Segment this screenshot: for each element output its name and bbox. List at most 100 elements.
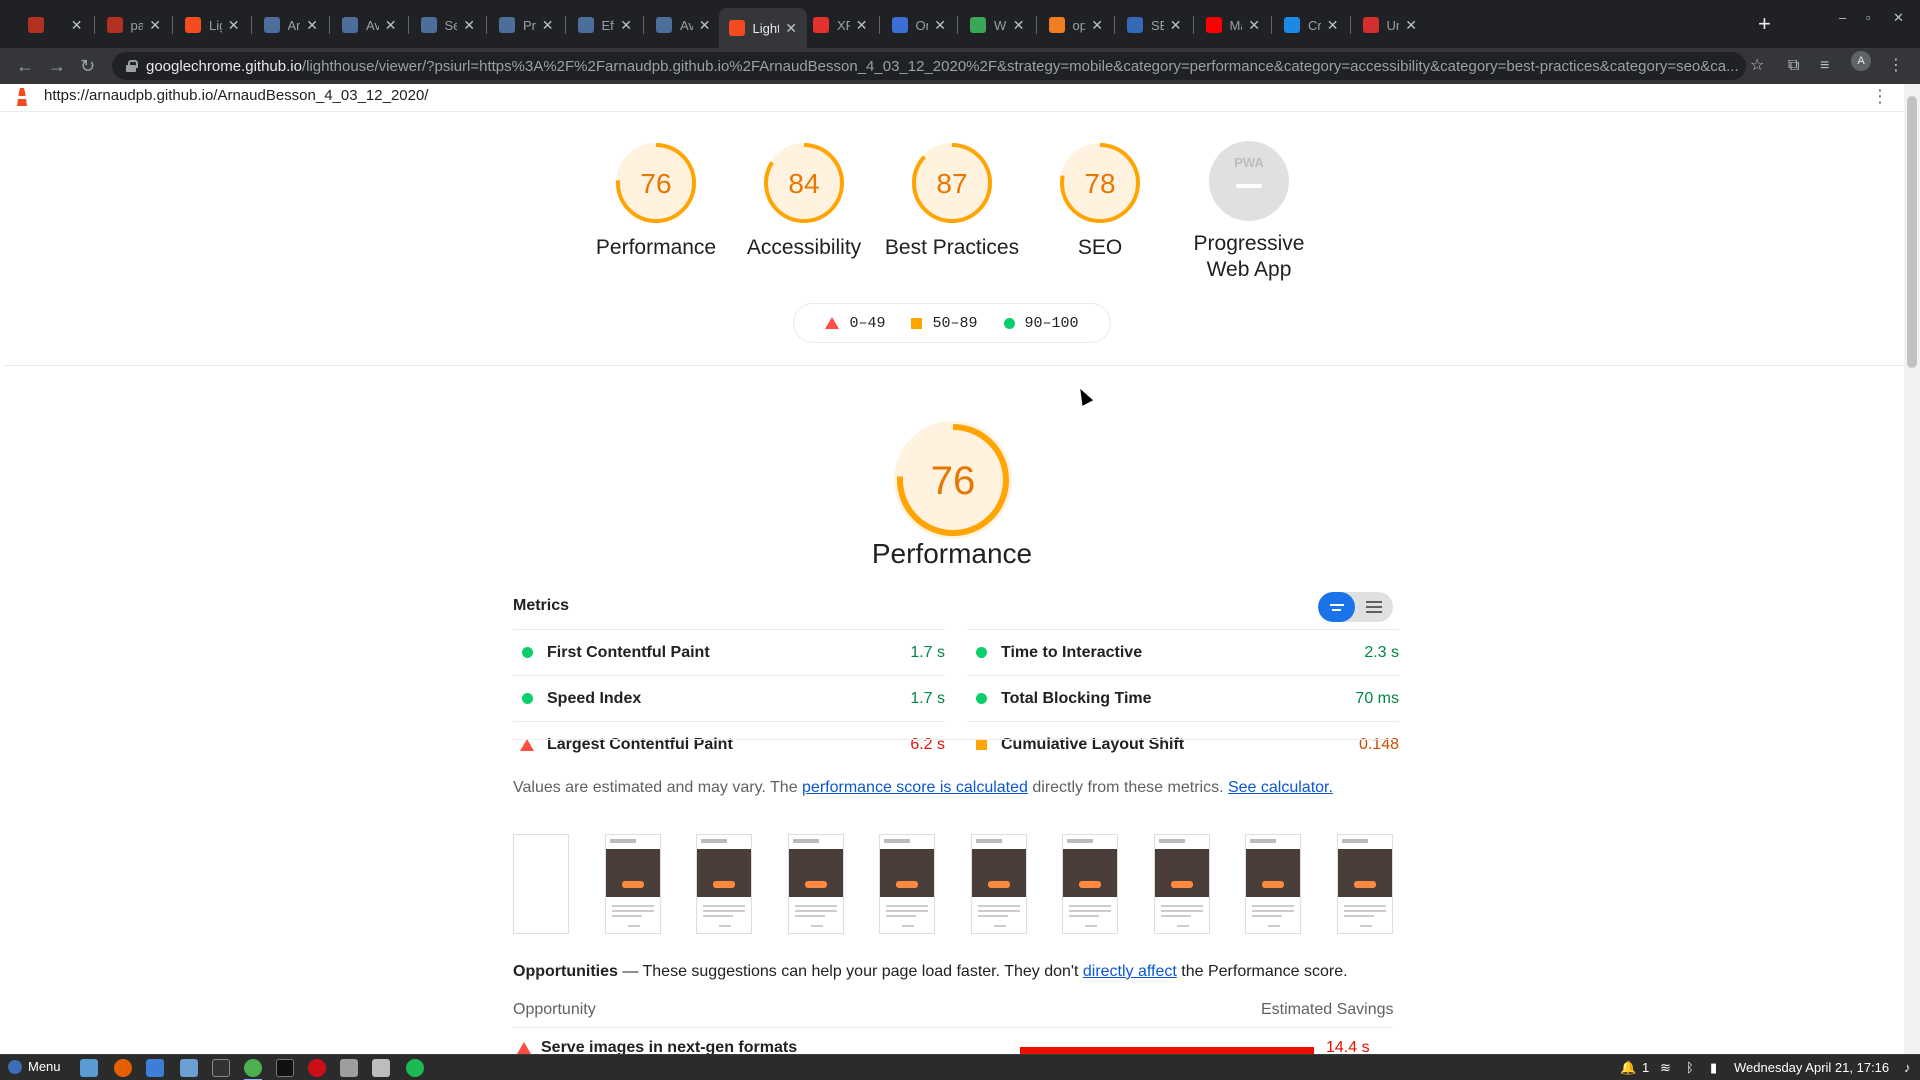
tab-title: W3C I xyxy=(994,17,1007,33)
tab-close-icon[interactable]: ✕ xyxy=(228,17,240,34)
tab-close-icon[interactable]: ✕ xyxy=(463,17,475,34)
clock[interactable]: Wednesday April 21, 17:16 xyxy=(1734,1060,1889,1075)
browser-tab[interactable]: Serve ✕ xyxy=(411,10,486,40)
tab-close-icon[interactable]: ✕ xyxy=(1013,17,1025,34)
browser-tab[interactable]: page2 ✕ xyxy=(97,10,172,40)
gauge-pwa[interactable]: PWA Progressive Web App xyxy=(1179,141,1319,283)
spotify-icon[interactable] xyxy=(406,1059,424,1077)
tab-close-icon[interactable]: ✕ xyxy=(542,17,554,34)
browser-tab[interactable]: Archi ✕ xyxy=(254,10,329,40)
tab-close-icon[interactable]: ✕ xyxy=(934,17,946,34)
expanded-view-button[interactable] xyxy=(1355,592,1392,622)
show-desktop-icon[interactable] xyxy=(80,1059,98,1077)
lighthouse-logo-icon xyxy=(17,88,27,106)
firefox-icon[interactable] xyxy=(114,1059,132,1077)
mail-icon[interactable] xyxy=(146,1059,164,1077)
media-control-icon[interactable]: ≡ xyxy=(1820,54,1829,78)
bookmark-star-icon[interactable]: ☆ xyxy=(1750,54,1764,78)
back-button[interactable]: ← xyxy=(16,54,34,78)
close-window-button[interactable]: ✕ xyxy=(1893,10,1904,26)
url-path: /lighthouse/viewer/?psiurl=https%3A%2F%2… xyxy=(301,57,1739,75)
tab-separator xyxy=(1035,16,1037,34)
filmstrip-frame xyxy=(513,834,569,934)
battery-icon[interactable]: ▮ xyxy=(1710,1060,1717,1076)
bluetooth-icon[interactable]: ᛒ xyxy=(1686,1060,1694,1075)
browser-tab[interactable]: Unde ✕ xyxy=(1353,10,1428,40)
browser-tab[interactable]: SEO: I ✕ xyxy=(1117,10,1192,40)
terminal-icon[interactable] xyxy=(212,1059,230,1077)
console-icon[interactable] xyxy=(276,1059,294,1077)
gmail-icon xyxy=(28,17,44,33)
gauge-label: Performance xyxy=(595,236,717,259)
score-calculated-link[interactable]: performance score is calculated xyxy=(802,779,1028,796)
gauge-seo[interactable]: 78 SEO xyxy=(1030,141,1170,261)
performance-section-title: Performance xyxy=(871,538,1033,569)
filmstrip-frame xyxy=(604,834,661,934)
tab-close-icon[interactable]: ✕ xyxy=(1248,17,1260,34)
filmstrip-frame xyxy=(787,834,844,934)
tools-icon[interactable] xyxy=(340,1059,358,1077)
tab-title: On-Pa xyxy=(915,17,929,33)
savings-column-header: Estimated Savings xyxy=(1261,1001,1394,1018)
new-tab-button[interactable]: + xyxy=(1758,12,1771,36)
tab-close-icon[interactable]: ✕ xyxy=(699,17,711,34)
pass-circle-icon xyxy=(1003,317,1015,329)
tab-close-icon[interactable]: ✕ xyxy=(385,17,397,34)
directly-affect-link[interactable]: directly affect xyxy=(1083,963,1177,980)
browser-tab[interactable]: Efficie ✕ xyxy=(568,10,643,40)
reload-button[interactable]: ↻ xyxy=(80,54,95,78)
browser-tab[interactable]: optim ✕ xyxy=(1039,10,1114,40)
address-text[interactable]: googlechrome.github.io/lighthouse/viewer… xyxy=(146,58,1746,75)
tab-close-icon[interactable]: ✕ xyxy=(1405,17,1417,34)
tab-close-icon[interactable]: ✕ xyxy=(620,17,632,34)
browser-tab[interactable]: Make ✕ xyxy=(1196,10,1271,40)
report-menu-icon[interactable]: ⋮ xyxy=(1871,86,1889,107)
scrollbar-thumb[interactable] xyxy=(1907,96,1917,368)
browser-tab[interactable]: Creat ✕ xyxy=(1274,10,1349,40)
opportunities-suffix: the Performance score. xyxy=(1176,963,1348,980)
tab-close-icon[interactable]: ✕ xyxy=(1170,17,1182,34)
address-bar[interactable]: googlechrome.github.io/lighthouse/viewer… xyxy=(112,52,1746,80)
gauge-accessibility[interactable]: 84 Accessibility xyxy=(734,141,874,261)
files-icon[interactable] xyxy=(180,1059,198,1077)
maximize-button[interactable]: ▫ xyxy=(1866,10,1871,25)
compact-view-button[interactable] xyxy=(1318,592,1355,622)
opportunity-row[interactable]: Serve images in next-gen formats 14.4 s xyxy=(513,1040,1393,1054)
browser-tab[interactable]: On-Pa ✕ xyxy=(882,10,957,40)
report-url[interactable]: https://arnaudpb.github.io/ArnaudBesson_… xyxy=(44,87,428,104)
forward-button[interactable]: → xyxy=(48,54,66,78)
text-editor-icon[interactable] xyxy=(372,1059,390,1077)
seo-icon xyxy=(1127,17,1143,33)
tab-close-icon[interactable]: ✕ xyxy=(785,20,797,37)
tab-close-icon[interactable]: ✕ xyxy=(149,17,161,34)
profile-avatar[interactable]: A xyxy=(1851,51,1871,71)
tab-close-icon[interactable]: ✕ xyxy=(856,17,868,34)
metrics-view-toggle[interactable] xyxy=(1318,592,1393,622)
see-calculator-link[interactable]: See calculator. xyxy=(1228,779,1333,796)
opera-icon[interactable] xyxy=(308,1059,326,1077)
gauge-performance[interactable]: 76 Performance xyxy=(586,141,726,261)
gauge-best-practices[interactable]: 87 Best Practices xyxy=(882,141,1022,261)
notifications-icon[interactable]: 🔔 xyxy=(1620,1060,1636,1076)
minimize-button[interactable]: – xyxy=(1839,10,1846,25)
browser-tab[interactable]: Avoid ✕ xyxy=(332,10,407,40)
music-icon[interactable]: ♪ xyxy=(1904,1060,1911,1075)
chrome-icon[interactable] xyxy=(244,1059,262,1080)
browser-tab[interactable]: ✕ xyxy=(18,10,93,40)
browser-tab[interactable]: Lightl ✕ xyxy=(718,8,807,48)
start-menu-button[interactable]: Menu xyxy=(8,1059,61,1074)
tab-close-icon[interactable]: ✕ xyxy=(71,17,83,34)
score-gauge-ring: 78 xyxy=(1060,143,1140,223)
browser-tab[interactable]: Prope ✕ xyxy=(489,10,564,40)
filmstrip-frame xyxy=(1245,834,1301,934)
wifi-icon[interactable]: ≋ xyxy=(1660,1060,1671,1076)
chrome-menu-icon[interactable]: ⋮ xyxy=(1888,54,1904,78)
browser-tab[interactable]: XResp ✕ xyxy=(803,10,878,40)
tab-close-icon[interactable]: ✕ xyxy=(1091,17,1103,34)
tab-close-icon[interactable]: ✕ xyxy=(1327,17,1339,34)
extensions-icon[interactable]: ⧉ xyxy=(1788,54,1799,78)
tab-close-icon[interactable]: ✕ xyxy=(306,17,318,34)
browser-tab[interactable]: Avoid ✕ xyxy=(646,10,721,40)
browser-tab[interactable]: Lighth ✕ xyxy=(175,10,250,40)
browser-tab[interactable]: W3C I ✕ xyxy=(960,10,1035,40)
